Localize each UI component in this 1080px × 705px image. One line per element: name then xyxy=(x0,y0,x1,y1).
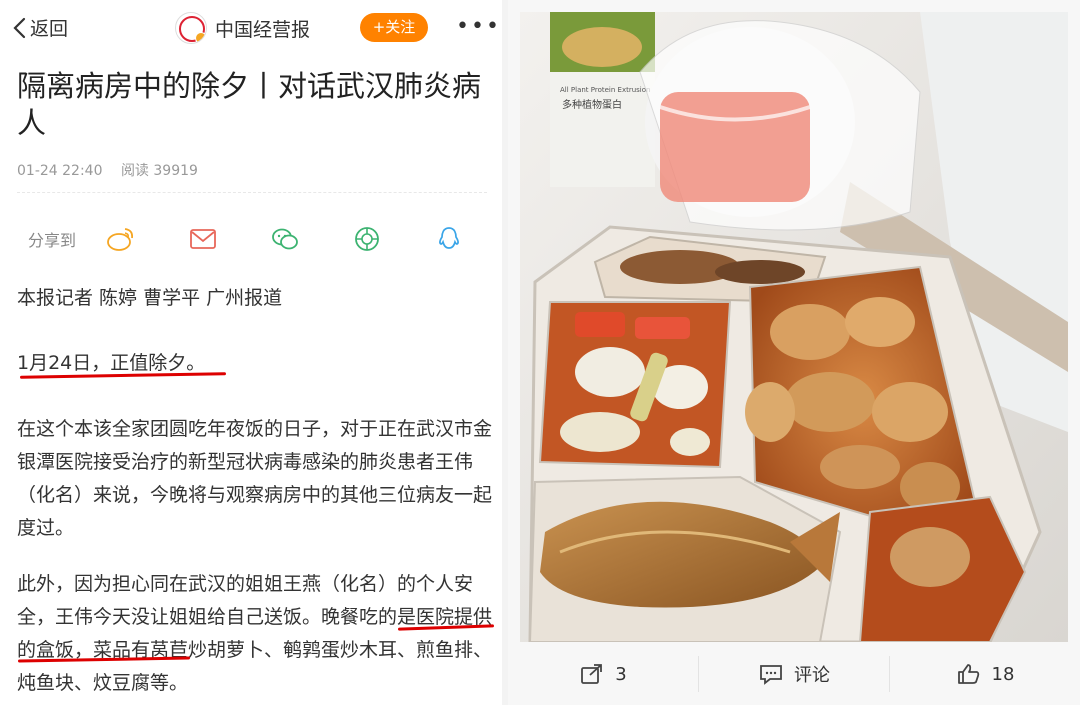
share-label: 分享到 xyxy=(28,231,77,250)
like-count: 18 xyxy=(991,663,1015,685)
thumbs-up-icon xyxy=(957,664,979,684)
follow-button[interactable]: +关注 xyxy=(360,13,428,42)
moments-icon[interactable] xyxy=(350,224,384,254)
read-count: 阅读 39919 xyxy=(120,163,198,179)
paragraph-2: 此外，因为担心同在武汉的姐姐王燕（化名）的个人安全，王伟今天没让姐姐给自己送饭。… xyxy=(17,573,493,694)
publish-time: 01-24 22:40 xyxy=(17,163,103,179)
package-text: All Plant Protein Extrusion xyxy=(560,86,650,94)
brand-logo xyxy=(175,12,207,44)
photo-panel: All Plant Protein Extrusion 多种植物蛋白 3 评论 … xyxy=(508,0,1080,705)
like-button[interactable]: 18 xyxy=(889,656,1080,692)
more-options-icon[interactable]: ••• xyxy=(456,14,501,39)
package-text-cn: 多种植物蛋白 xyxy=(562,98,622,111)
top-bar: 返回 中国经营报 +关注 ••• xyxy=(0,0,502,54)
brand-account[interactable]: 中国经营报 xyxy=(175,12,310,44)
paragraph-1: 在这个本该全家团圆吃年夜饭的日子，对于正在武汉市金银潭医院接受治疗的新型冠状病毒… xyxy=(17,418,493,539)
email-icon[interactable] xyxy=(186,224,220,254)
weibo-icon[interactable] xyxy=(104,224,138,254)
share-icon xyxy=(581,664,603,684)
brand-name: 中国经营报 xyxy=(215,18,311,41)
article-meta: 01-24 22:40 阅读 39919 xyxy=(17,160,212,180)
comment-icon xyxy=(760,665,782,685)
wechat-icon[interactable] xyxy=(268,224,302,254)
back-button[interactable]: 返回 xyxy=(12,14,68,41)
share-bar: 分享到 xyxy=(28,222,488,256)
divider xyxy=(17,192,487,193)
comment-button[interactable]: 评论 xyxy=(698,656,889,692)
repost-count: 3 xyxy=(615,663,627,685)
byline: 本报记者 陈婷 曹学平 广州报道 xyxy=(17,287,283,309)
meal-photo-drawing: All Plant Protein Extrusion 多种植物蛋白 xyxy=(520,12,1068,642)
article-panel: 返回 中国经营报 +关注 ••• 隔离病房中的除夕丨对话武汉肺炎病人 01-24… xyxy=(0,0,502,705)
meal-photo[interactable]: All Plant Protein Extrusion 多种植物蛋白 xyxy=(520,12,1068,642)
article-title: 隔离病房中的除夕丨对话武汉肺炎病人 xyxy=(17,69,482,140)
action-bar: 3 评论 18 xyxy=(508,643,1080,705)
verified-badge-icon xyxy=(195,32,206,43)
comment-label: 评论 xyxy=(794,665,830,686)
back-label: 返回 xyxy=(30,18,69,40)
chevron-left-icon xyxy=(13,17,26,38)
qq-icon[interactable] xyxy=(432,224,466,254)
repost-button[interactable]: 3 xyxy=(508,656,698,692)
